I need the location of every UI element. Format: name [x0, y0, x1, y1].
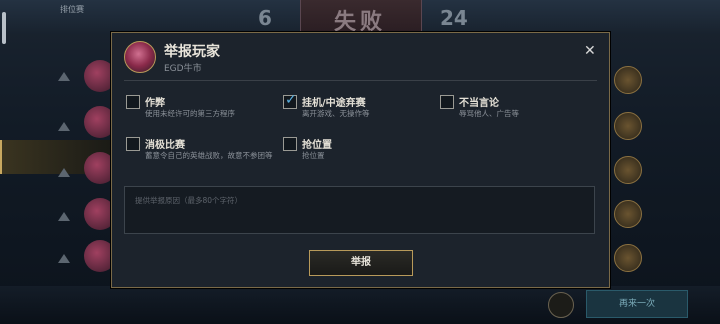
rank-badge-icon [614, 66, 642, 94]
rank-triangle-icon [58, 122, 70, 131]
play-again-button[interactable]: 再来一次 [586, 290, 688, 318]
report-submit-button[interactable]: 举报 [309, 250, 413, 276]
option-description: 离开游戏、无操作等 [302, 109, 370, 118]
option-description: 使用未经许可的第三方程序 [145, 109, 235, 118]
header-divider [124, 80, 597, 81]
option-label: 消极比赛 [145, 140, 185, 151]
report-reason-input[interactable] [124, 186, 595, 234]
score-left: 6 [258, 6, 272, 30]
rank-triangle-icon [58, 72, 70, 81]
report-player-dialog: 举报玩家 EGD牛市 ✕ 作弊 使用未经许可的第三方程序 ✓ 挂机/中途弃赛 离… [111, 32, 610, 288]
option-label: 挂机/中途弃赛 [302, 98, 366, 109]
rank-triangle-icon [58, 212, 70, 221]
reported-player-avatar [124, 41, 156, 73]
option-label: 抢位置 [302, 140, 332, 151]
dialog-title: 举报玩家 [164, 44, 220, 60]
option-label: 不当言论 [459, 98, 499, 109]
reported-player-name: EGD牛市 [164, 64, 202, 74]
rank-badge-icon [614, 112, 642, 140]
home-icon[interactable] [548, 292, 574, 318]
rank-badge-icon [614, 244, 642, 272]
rank-badge-icon [614, 156, 642, 184]
checkbox-cheating[interactable] [126, 95, 140, 109]
checkbox-negative-play[interactable] [126, 137, 140, 151]
score-right: 24 [440, 6, 468, 30]
rank-badge-icon [614, 200, 642, 228]
team-list [0, 40, 116, 290]
mode-title: 排位赛 [60, 5, 84, 14]
rank-triangle-icon [58, 254, 70, 263]
result-header: 排位赛 6 失败 24 [0, 0, 720, 44]
option-description: 蓄意令自己的英雄战败，故意不参团等 [145, 151, 273, 160]
checkbox-inappropriate-speech[interactable] [440, 95, 454, 109]
close-icon[interactable]: ✕ [584, 43, 596, 59]
checkmark-icon: ✓ [285, 92, 297, 108]
option-label: 作弊 [145, 98, 165, 109]
checkbox-afk[interactable]: ✓ [283, 92, 297, 109]
checkbox-position-grab[interactable] [283, 137, 297, 151]
option-description: 辱骂他人、广告等 [459, 109, 519, 118]
option-description: 抢位置 [302, 151, 325, 160]
rank-triangle-icon [58, 168, 70, 177]
